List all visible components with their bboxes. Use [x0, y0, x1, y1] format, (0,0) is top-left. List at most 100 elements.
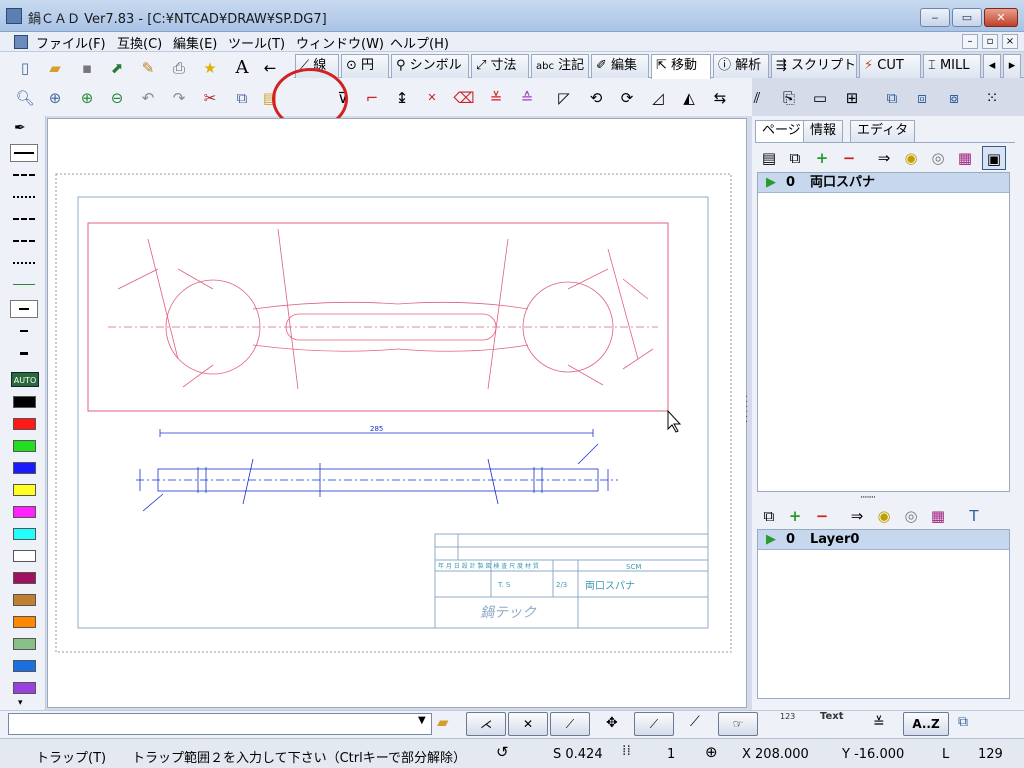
mdi-minimize-button[interactable]: –: [962, 34, 978, 49]
line-width-thick[interactable]: [10, 344, 38, 362]
page-row[interactable]: ▶ 0 両口スパナ: [758, 173, 1009, 193]
tab-scroll-left-icon[interactable]: ◂: [983, 54, 1001, 78]
panel-splitter[interactable]: ········: [860, 493, 876, 503]
window-icon[interactable]: ⧉: [958, 714, 968, 730]
export-icon[interactable]: ⬈: [105, 56, 129, 80]
layer-text-icon[interactable]: T: [962, 504, 986, 528]
line-style-dot[interactable]: [10, 188, 38, 206]
layer-row[interactable]: ▶ 0 Layer0: [758, 530, 1009, 550]
play-icon[interactable]: ▶: [766, 173, 776, 192]
tab-edit[interactable]: ✐ 編集: [591, 54, 649, 78]
text-style-icon[interactable]: A: [230, 56, 254, 80]
mdi-restore-button[interactable]: ▫: [982, 34, 998, 49]
snap-free-button[interactable]: ☞: [718, 712, 758, 736]
group-icon[interactable]: ⧈: [910, 86, 934, 110]
line-style-dot2[interactable]: [10, 254, 38, 272]
grid-icon[interactable]: ⁙: [980, 86, 1004, 110]
remove-page-icon[interactable]: −: [837, 146, 861, 170]
swatch-orange[interactable]: [13, 616, 36, 628]
page-size-icon[interactable]: ▣: [982, 146, 1006, 170]
command-input[interactable]: [8, 713, 432, 735]
swatch-cyan[interactable]: [13, 528, 36, 540]
snap-midpoint-button[interactable]: ⟋: [634, 712, 674, 736]
eyedropper-icon[interactable]: ✒: [14, 120, 26, 136]
line-width-short[interactable]: [10, 322, 38, 340]
sort-button[interactable]: A..Z: [903, 712, 949, 736]
save-icon[interactable]: ▪: [75, 56, 99, 80]
page-hide-icon[interactable]: ◎: [926, 146, 950, 170]
auto-color-button[interactable]: AUTO: [11, 372, 39, 387]
mdi-close-button[interactable]: ×: [1002, 34, 1018, 49]
grid-dots-icon[interactable]: ⁞⁞: [622, 743, 631, 759]
tab-circle[interactable]: ⊙ 円: [341, 54, 389, 78]
line-width-medium[interactable]: [10, 300, 38, 318]
page-icon[interactable]: ▭: [808, 86, 832, 110]
ungroup-icon[interactable]: ⧇: [942, 86, 966, 110]
redo-icon[interactable]: ↷: [167, 86, 191, 110]
snap-intersection-button[interactable]: ✕: [508, 712, 548, 736]
skew-icon[interactable]: ◿: [646, 86, 670, 110]
trap-off-icon[interactable]: ✕: [420, 86, 444, 110]
tab-dimension[interactable]: ⤢ 寸法: [471, 54, 529, 78]
folder-icon[interactable]: ▰: [437, 713, 449, 731]
page-copy-icon[interactable]: ⧉: [783, 146, 807, 170]
swatch-blue[interactable]: [13, 462, 36, 474]
dropdown-arrow-icon[interactable]: ▼: [418, 715, 426, 726]
open-folder-icon[interactable]: ▰: [43, 56, 67, 80]
star-icon[interactable]: ★: [198, 56, 222, 80]
swatch-violet[interactable]: [13, 682, 36, 694]
text-insert-button[interactable]: Text: [820, 711, 844, 722]
line-width-thin[interactable]: [10, 276, 38, 294]
tab-move[interactable]: ⇱ 移動: [651, 54, 711, 79]
tab-page[interactable]: ページ: [755, 120, 808, 142]
counter-icon[interactable]: 123: [780, 712, 795, 721]
copy-page-icon[interactable]: ⎘: [777, 86, 801, 110]
zoom-in-icon[interactable]: ⊕: [75, 86, 99, 110]
copy-icon[interactable]: ⧉: [230, 86, 254, 110]
menu-window[interactable]: ウィンドウ(W): [296, 33, 384, 52]
page-properties-icon[interactable]: ▤: [757, 146, 781, 170]
layer-down-icon[interactable]: ≚: [484, 86, 508, 110]
swatch-purple[interactable]: [13, 572, 36, 584]
palette-scroll-down-icon[interactable]: ▾: [18, 698, 23, 708]
swatch-yellow[interactable]: [13, 484, 36, 496]
zoom-window-icon[interactable]: 🔍︎: [13, 86, 37, 110]
mirror-icon[interactable]: ◸: [552, 86, 576, 110]
app-icon[interactable]: [6, 8, 22, 24]
drawing-canvas[interactable]: 285 年 月 日 設 計 製 図 検 査 尺 度 材 質 SCM T. S 2…: [47, 118, 747, 708]
select-copy-icon[interactable]: ⧉: [880, 86, 904, 110]
arrow-left-icon[interactable]: ←: [258, 56, 282, 80]
parallel-icon[interactable]: ⫽: [745, 86, 769, 110]
tab-analysis[interactable]: ⓘ 解析: [713, 54, 769, 78]
swatch-white[interactable]: [13, 550, 36, 562]
undo-icon[interactable]: ↶: [136, 86, 160, 110]
layer-filter-icon[interactable]: ≚: [873, 715, 885, 731]
swatch-green[interactable]: [13, 440, 36, 452]
snap-endpoint-button[interactable]: ⋌: [466, 712, 506, 736]
refresh-icon[interactable]: ↺: [496, 743, 509, 761]
tab-note[interactable]: abc 注記: [531, 54, 589, 78]
tab-cut[interactable]: ⚡ CUT: [859, 54, 921, 78]
line-style-dash-dot2[interactable]: [10, 232, 38, 250]
align-icon[interactable]: ⊞: [840, 86, 864, 110]
swatch-light-green[interactable]: [13, 638, 36, 650]
splitter-handle[interactable]: · · · · · ·: [745, 393, 748, 428]
print-icon[interactable]: ⎙: [167, 56, 191, 80]
swatch-magenta[interactable]: [13, 506, 36, 518]
tab-symbol[interactable]: ⚲ シンボル: [391, 54, 469, 78]
menu-help[interactable]: ヘルプ(H): [390, 33, 449, 52]
tab-info[interactable]: 情報: [803, 120, 844, 142]
play-icon[interactable]: ▶: [766, 530, 776, 549]
tab-script[interactable]: ⇶ スクリプト: [771, 54, 857, 78]
zoom-all-icon[interactable]: ⊕: [43, 86, 67, 110]
cut-icon[interactable]: ✂: [198, 86, 222, 110]
new-file-icon[interactable]: ▯: [13, 56, 37, 80]
import-icon[interactable]: ✎: [136, 56, 160, 80]
tab-editor[interactable]: エディタ: [850, 120, 916, 142]
swatch-sky-blue[interactable]: [13, 660, 36, 672]
menu-file[interactable]: ファイル(F): [36, 33, 106, 52]
tab-mill[interactable]: ⌶ MILL: [923, 54, 981, 78]
zoom-out-icon[interactable]: ⊖: [105, 86, 129, 110]
swatch-red[interactable]: [13, 418, 36, 430]
page-view-icon[interactable]: ⇒: [872, 146, 896, 170]
